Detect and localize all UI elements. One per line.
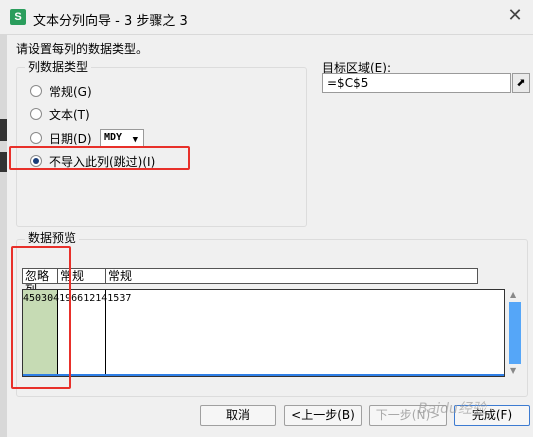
date-format-select[interactable]: MDY ▼ xyxy=(100,129,144,147)
range-picker-icon[interactable]: ⬈ xyxy=(512,73,530,93)
radio-button[interactable] xyxy=(30,132,42,144)
highlight-box-skip-option xyxy=(9,146,190,170)
back-button[interactable]: <上一步(B) xyxy=(284,405,362,426)
cancel-button[interactable]: 取消 xyxy=(200,405,276,426)
radio-date[interactable]: 日期(D) xyxy=(30,129,92,147)
scroll-thumb[interactable] xyxy=(509,302,521,364)
vertical-scrollbar[interactable]: ▲ ▼ xyxy=(505,289,525,377)
window-title: 文本分列向导 - 3 步骤之 3 xyxy=(33,14,188,29)
background-mark xyxy=(0,119,7,141)
close-icon[interactable]: ✕ xyxy=(504,6,526,26)
highlight-box-skipped-column xyxy=(11,246,71,389)
radio-text[interactable]: 文本(T) xyxy=(30,105,90,123)
background-mark xyxy=(0,152,7,172)
watermark: Baidu经验 xyxy=(418,401,486,417)
background-sheet-edge xyxy=(0,34,7,437)
target-area-input[interactable]: =$C$5 xyxy=(322,73,511,93)
radio-label: 日期(D) xyxy=(49,131,92,146)
scroll-down-icon[interactable]: ▼ xyxy=(510,366,516,375)
preview-column-header[interactable]: 常规 xyxy=(105,268,478,284)
title-bar: S 文本分列向导 - 3 步骤之 3 ✕ xyxy=(0,0,533,35)
column-type-group-label: 列数据类型 xyxy=(25,58,92,75)
date-format-value: MDY xyxy=(104,132,123,143)
radio-label: 常规(G) xyxy=(49,84,92,99)
radio-button[interactable] xyxy=(30,108,42,120)
radio-label: 文本(T) xyxy=(49,107,90,122)
instruction-text: 请设置每列的数据类型。 xyxy=(16,42,149,56)
wps-spreadsheet-icon: S xyxy=(10,9,26,25)
data-preview-label: 数据预览 xyxy=(25,229,80,246)
preview-table[interactable]: 450304196612141537 xyxy=(22,289,505,377)
radio-button[interactable] xyxy=(30,85,42,97)
radio-general[interactable]: 常规(G) xyxy=(30,82,92,100)
scroll-up-icon[interactable]: ▲ xyxy=(510,290,516,299)
horizontal-scrollbar[interactable] xyxy=(23,374,504,376)
